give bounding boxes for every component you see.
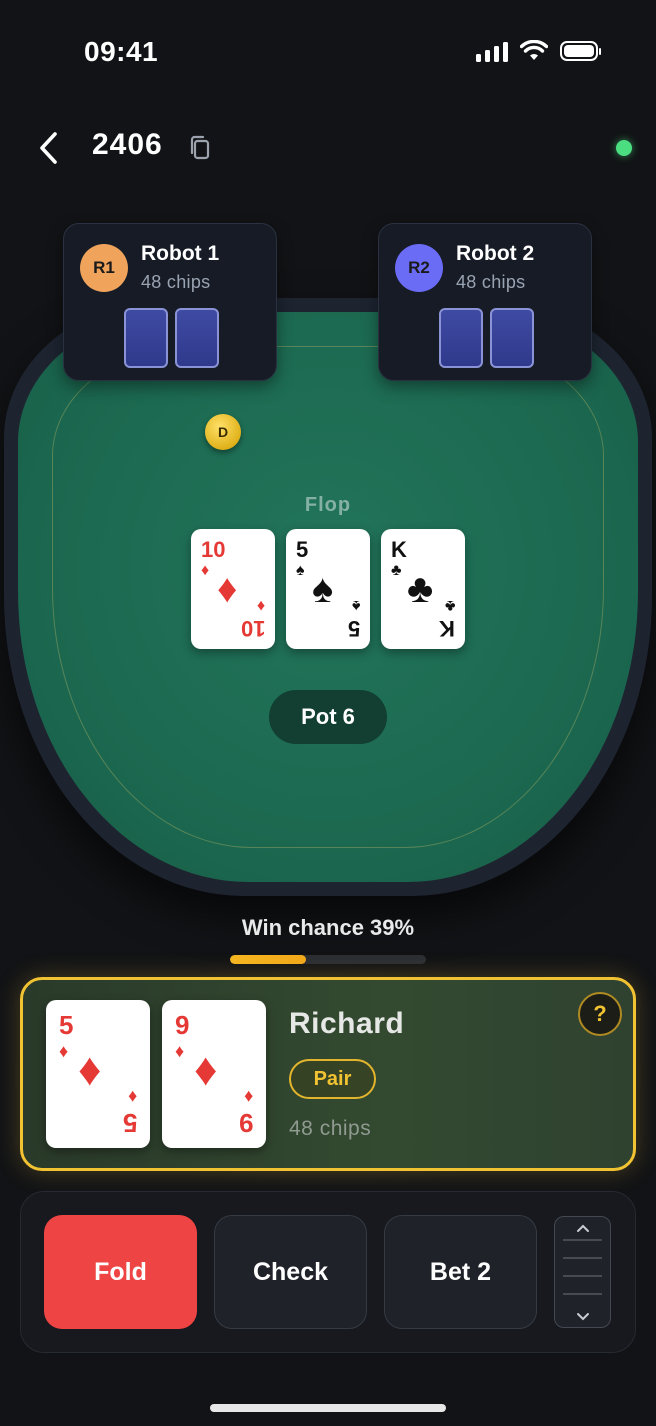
- card-rank: 5: [296, 537, 309, 562]
- card-rank: 9: [175, 1010, 190, 1040]
- stepper-track: [563, 1239, 602, 1305]
- battery-icon: [560, 41, 601, 61]
- avatar: R1: [80, 244, 128, 292]
- back-button[interactable]: [30, 128, 66, 168]
- card-suit: ♦: [256, 597, 265, 614]
- bet-amount-stepper[interactable]: [554, 1216, 611, 1328]
- status-time: 09:41: [84, 36, 159, 67]
- card-suit-large: ♦: [194, 1043, 218, 1095]
- opponent-chips: 48 chips: [141, 272, 211, 292]
- copy-room-id-button[interactable]: [188, 134, 212, 162]
- status-icons: [476, 40, 601, 62]
- home-indicator: [210, 1404, 446, 1412]
- pot-display: Pot 6: [269, 690, 387, 744]
- card-suit: ♦: [59, 1041, 69, 1061]
- card-rank: K: [391, 537, 407, 562]
- card-suit: ♦: [201, 562, 210, 579]
- card-rank: 10: [201, 537, 226, 562]
- hero-hole-card: 9 ♦ ♦ ♦ 9: [162, 1000, 266, 1148]
- increase-bet-button[interactable]: [555, 1219, 610, 1237]
- bet-button[interactable]: Bet 2: [384, 1215, 537, 1329]
- avatar: R2: [395, 244, 443, 292]
- help-button[interactable]: ?: [578, 992, 622, 1036]
- chevron-left-icon: [40, 132, 57, 164]
- opponent-name: Robot 2: [456, 242, 535, 265]
- hero-hole-card: 5 ♦ ♦ ♦ 5: [46, 1000, 150, 1148]
- card-suit-large: ♦: [78, 1043, 102, 1095]
- card-back: [490, 308, 534, 368]
- stage-label: Flop: [304, 494, 352, 516]
- board-card: K ♣ ♣ ♣ K: [381, 529, 465, 649]
- card-rank: 5: [122, 1108, 137, 1138]
- copy-icon: [190, 135, 210, 160]
- fold-button[interactable]: Fold: [44, 1215, 197, 1329]
- cellular-signal-icon: [476, 40, 508, 62]
- card-suit-large: ♠: [312, 567, 334, 611]
- card-suit: ♣: [444, 597, 456, 614]
- opponent-hole-cards: [439, 308, 534, 368]
- dealer-button: D: [205, 414, 241, 450]
- card-back: [124, 308, 168, 368]
- card-back: [439, 308, 483, 368]
- card-rank: 9: [238, 1108, 253, 1138]
- hero-chips: 48 chips: [289, 1117, 372, 1140]
- win-chance-label: Win chance 39%: [241, 915, 415, 940]
- card-back: [175, 308, 219, 368]
- board-card: 5 ♠ ♠ ♠ 5: [286, 529, 370, 649]
- card-suit-large: ♣: [407, 567, 434, 611]
- check-button[interactable]: Check: [214, 1215, 367, 1329]
- opponent-hole-cards: [124, 308, 219, 368]
- chevron-down-icon: [576, 1312, 589, 1320]
- wifi-icon: [520, 40, 548, 60]
- opponent-seat-robot-2: R2 Robot 2 48 chips: [378, 223, 592, 381]
- opponent-name: Robot 1: [141, 242, 220, 265]
- hero-name: Richard: [289, 1007, 405, 1040]
- chevron-up-icon: [576, 1224, 589, 1232]
- room-id: 2406: [92, 128, 163, 161]
- card-rank: 5: [59, 1010, 74, 1040]
- card-suit: ♦: [127, 1087, 137, 1107]
- card-rank: 10: [240, 616, 265, 641]
- card-suit: ♦: [175, 1041, 185, 1061]
- decrease-bet-button[interactable]: [555, 1307, 610, 1325]
- card-suit: ♠: [351, 597, 361, 614]
- card-suit: ♦: [243, 1087, 253, 1107]
- opponent-chips: 48 chips: [456, 272, 526, 292]
- online-status-indicator: [616, 140, 632, 156]
- card-suit: ♠: [296, 562, 305, 579]
- opponent-seat-robot-1: R1 Robot 1 48 chips: [63, 223, 277, 381]
- card-rank: K: [439, 616, 455, 641]
- card-suit-large: ♦: [217, 567, 238, 611]
- board-card: 10 ♦ ♦ ♦ 10: [191, 529, 275, 649]
- hand-rank-badge: Pair: [289, 1059, 376, 1099]
- card-suit: ♣: [391, 562, 402, 579]
- card-rank: 5: [347, 616, 360, 641]
